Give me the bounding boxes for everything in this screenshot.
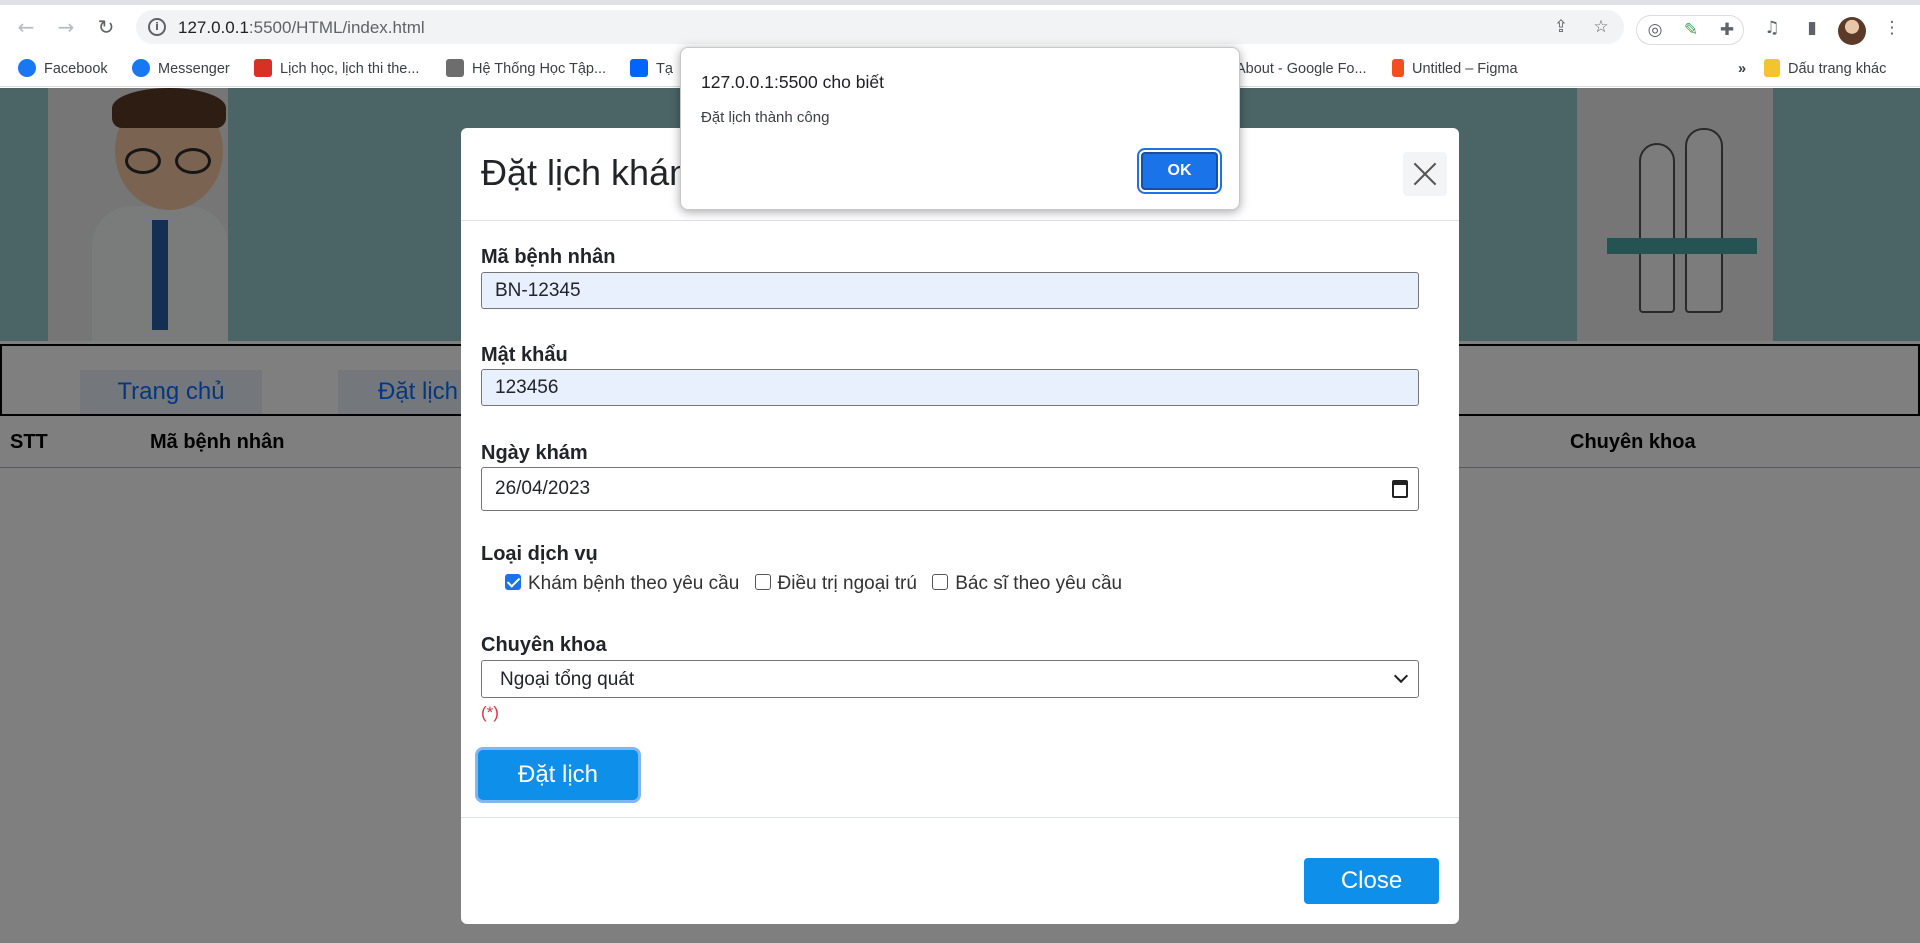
- bookmark-label: Untitled – Figma: [1412, 61, 1518, 77]
- calendar-icon[interactable]: [1392, 480, 1408, 498]
- specialty-label: Chuyên khoa: [481, 634, 607, 656]
- bookmark-google-fonts[interactable]: About - Google Fo...: [1236, 59, 1367, 79]
- figma-icon: [1392, 59, 1404, 77]
- checkbox[interactable]: [754, 574, 771, 590]
- specialty-selected-value: Ngoại tổng quát: [500, 669, 635, 690]
- bookmark-label: Dấu trang khác: [1788, 61, 1887, 77]
- date-label: Ngày khám: [481, 442, 588, 464]
- site-icon: [446, 59, 464, 77]
- site-icon: [254, 59, 272, 77]
- service-options: Khám bệnh theo yêu cầu Điều trị ngoại tr…: [505, 573, 1132, 601]
- facebook-icon: [132, 59, 150, 77]
- address-bar[interactable]: i 127.0.0.1:5500/HTML/index.html ⇪ ☆: [136, 10, 1624, 44]
- bookmark-messenger[interactable]: Messenger: [132, 59, 230, 79]
- bookmark-figma[interactable]: Untitled – Figma: [1392, 59, 1518, 79]
- service-option-on-demand-exam[interactable]: Khám bệnh theo yêu cầu: [505, 573, 749, 595]
- close-button[interactable]: Close: [1304, 858, 1439, 904]
- bookmark-label: Facebook: [44, 61, 108, 77]
- bookmark-label: Messenger: [158, 61, 230, 77]
- modal-title: Đặt lịch khán: [481, 152, 690, 193]
- checkbox-checked[interactable]: [505, 574, 521, 590]
- media-control-icon[interactable]: ♫: [1760, 16, 1784, 40]
- alert-title: 127.0.0.1:5500 cho biết: [701, 72, 884, 92]
- chevron-down-icon: [1393, 668, 1409, 684]
- reload-icon[interactable]: ↻: [92, 13, 120, 41]
- service-option-label: Bác sĩ theo yêu cầu: [955, 573, 1123, 594]
- compass-extension-icon[interactable]: ◎: [1643, 18, 1667, 42]
- password-label: Mật khẩu: [481, 344, 568, 366]
- required-note: (*): [481, 703, 499, 722]
- folder-icon: [1764, 59, 1780, 77]
- bookmark-label: Tạ: [656, 61, 673, 77]
- patient-id-input[interactable]: [481, 272, 1419, 309]
- bookmark-label: Hệ Thống Học Tập...: [472, 61, 607, 77]
- checkbox[interactable]: [932, 574, 949, 590]
- alert-message: Đặt lịch thành công: [701, 109, 830, 126]
- facebook-icon: [18, 59, 36, 77]
- more-bookmarks-button[interactable]: »: [1738, 59, 1746, 79]
- service-option-outpatient[interactable]: Điều trị ngoại trú: [754, 573, 927, 595]
- service-option-label: Khám bệnh theo yêu cầu: [528, 573, 740, 594]
- forward-icon[interactable]: →: [52, 13, 80, 41]
- back-icon[interactable]: ←: [12, 13, 40, 41]
- bookmark-trello[interactable]: Tạ: [630, 59, 673, 79]
- browser-toolbar: ← → ↻ i 127.0.0.1:5500/HTML/index.html ⇪…: [0, 5, 1920, 50]
- profile-avatar[interactable]: [1838, 17, 1866, 45]
- service-option-doctor-on-demand[interactable]: Bác sĩ theo yêu cầu: [932, 573, 1132, 595]
- alert-ok-button[interactable]: OK: [1141, 152, 1218, 190]
- close-icon[interactable]: [1403, 152, 1447, 196]
- bookmark-star-icon[interactable]: ☆: [1590, 16, 1612, 38]
- bookmark-label: About - Google Fo...: [1236, 61, 1367, 77]
- site-info-icon[interactable]: i: [148, 18, 166, 36]
- bookmark-lich-hoc[interactable]: Lịch học, lịch thi the...: [254, 59, 419, 79]
- bookmark-facebook[interactable]: Facebook: [18, 59, 108, 79]
- service-type-label: Loại dịch vụ: [481, 543, 598, 565]
- booking-modal: Đặt lịch khán Mã bệnh nhân Mật khẩu Ngày…: [461, 128, 1459, 924]
- bookmark-he-thong-hoc-tap[interactable]: Hệ Thống Học Tập...: [446, 59, 606, 79]
- browser-alert-dialog: 127.0.0.1:5500 cho biết Đặt lịch thành c…: [680, 47, 1240, 210]
- service-option-label: Điều trị ngoại trú: [777, 573, 917, 594]
- side-panel-icon[interactable]: ▮: [1800, 16, 1824, 40]
- share-icon[interactable]: ⇪: [1550, 16, 1572, 38]
- password-input[interactable]: [481, 369, 1419, 406]
- url-text[interactable]: 127.0.0.1:5500/HTML/index.html: [178, 18, 425, 38]
- trello-icon: [630, 59, 648, 77]
- modal-footer: Close: [461, 817, 1459, 924]
- menu-kebab-icon[interactable]: ⋮: [1880, 16, 1904, 40]
- url-path: :5500/HTML/index.html: [248, 18, 425, 37]
- date-value: 26/04/2023: [495, 478, 591, 499]
- puzzle-extensions-icon[interactable]: ✚: [1715, 18, 1739, 42]
- color-extension-icon[interactable]: ✎: [1679, 18, 1703, 42]
- url-host: 127.0.0.1: [178, 18, 249, 37]
- book-appointment-button[interactable]: Đặt lịch: [478, 750, 638, 800]
- bookmark-label: Lịch học, lịch thi the...: [280, 61, 420, 77]
- appointment-date-input[interactable]: 26/04/2023: [481, 467, 1419, 511]
- extensions-group: ◎ ✎ ✚: [1636, 15, 1744, 45]
- more-bookmarks-label: »: [1738, 61, 1747, 77]
- other-bookmarks-folder[interactable]: Dấu trang khác: [1764, 59, 1886, 79]
- patient-id-label: Mã bệnh nhân: [481, 246, 616, 268]
- specialty-select[interactable]: Ngoại tổng quát: [481, 660, 1419, 698]
